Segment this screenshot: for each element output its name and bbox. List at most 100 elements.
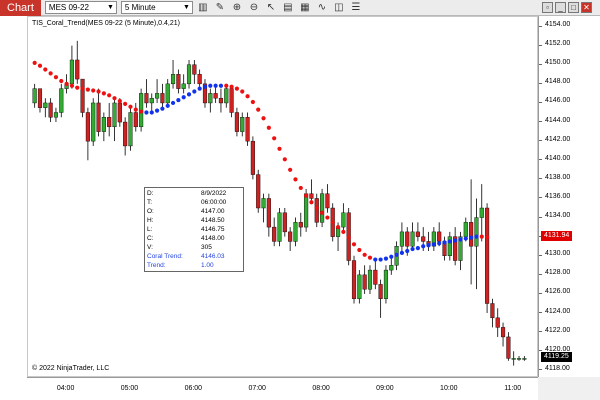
candle-body xyxy=(234,112,239,132)
candle-body xyxy=(437,231,442,242)
data-box-value: 4146.03 xyxy=(201,253,225,260)
candle-body xyxy=(107,117,112,128)
candle-body xyxy=(170,74,176,85)
candle-body xyxy=(282,212,287,233)
candle-body xyxy=(383,269,389,299)
coral-trend-dot xyxy=(69,83,75,88)
candle-body xyxy=(213,93,218,99)
coral-trend-dot xyxy=(91,88,96,93)
time-axis[interactable]: 04:00 05:00 06:00 07:00 08:00 09:00 10:00 11:00 xyxy=(27,377,538,400)
coral-trend-dot xyxy=(362,252,367,257)
x-tick-label: 06:00 xyxy=(184,385,203,392)
coral-trend-dot xyxy=(394,252,399,257)
coral-trend-dot xyxy=(415,246,420,251)
y-tick-label: 4142.00 xyxy=(545,135,571,143)
price-axis[interactable]: 4118.00 4120.00 4122.00 4124.00 4126.00 4128.… xyxy=(538,16,600,377)
bars-type-icon[interactable]: ▥ xyxy=(196,1,210,15)
candle-body xyxy=(240,117,245,132)
interval-select[interactable]: 5 Minute ▼ xyxy=(120,1,193,14)
coral-trend-dot xyxy=(442,240,447,245)
coral-trend-dot xyxy=(128,104,133,109)
y-tick-label: 4124.00 xyxy=(545,307,571,315)
y-tick-mark xyxy=(539,25,542,27)
left-margin xyxy=(0,16,27,400)
data-box-label: L: xyxy=(147,226,153,233)
chevron-down-icon: ▼ xyxy=(106,4,114,11)
data-box-row: C: 4148.00 xyxy=(147,234,241,243)
coral-trend-dot xyxy=(64,81,69,86)
coral-trend-dot xyxy=(378,257,383,262)
candle-body xyxy=(421,236,426,242)
candle-body xyxy=(192,64,197,75)
coral-trend-dot xyxy=(32,60,37,65)
y-tick-label: 4150.00 xyxy=(545,59,571,67)
coral-trend-dot xyxy=(421,244,426,249)
candle-body xyxy=(117,102,122,123)
candle-body xyxy=(511,358,516,360)
y-tick-mark xyxy=(539,216,542,218)
pointer-icon[interactable]: ↖ xyxy=(264,1,278,15)
candle-body xyxy=(304,193,309,228)
zoom-out-icon[interactable]: ⊖ xyxy=(247,1,261,15)
coral-trend-dot xyxy=(234,86,240,91)
y-tick-mark xyxy=(539,312,542,314)
indicators-icon[interactable]: ∿ xyxy=(315,1,329,15)
templates-icon[interactable]: ☰ xyxy=(349,1,363,15)
copyright-text: © 2022 NinjaTrader, LLC xyxy=(32,365,110,372)
close-icon[interactable]: ✕ xyxy=(581,2,592,13)
coral-trend-dot xyxy=(144,110,149,115)
chart-tab[interactable]: Chart xyxy=(0,0,41,16)
coral-trend-dot xyxy=(426,243,431,248)
y-tick-mark xyxy=(539,254,542,256)
draw-tool-icon[interactable]: ✎ xyxy=(213,1,227,15)
coral-trend-dot xyxy=(170,100,176,106)
candle-body xyxy=(469,222,474,247)
coral-trend-dot xyxy=(256,107,261,112)
y-tick-mark xyxy=(539,44,542,46)
candle-body xyxy=(410,231,415,247)
x-tick-label: 05:00 xyxy=(120,385,139,392)
coral-trend-dot xyxy=(373,257,378,262)
coral-trend-dot xyxy=(176,97,181,103)
chevron-down-icon: ▼ xyxy=(182,4,190,11)
coral-trend-dot xyxy=(341,229,346,234)
candle-body xyxy=(224,88,229,104)
candle-body xyxy=(229,88,234,113)
data-box-value: 4146.75 xyxy=(201,226,225,233)
coral-trend-dot xyxy=(186,92,192,97)
data-box-value: 4148.50 xyxy=(201,217,225,224)
candle-body xyxy=(101,117,106,132)
candle-body xyxy=(96,102,101,132)
restore-icon[interactable]: ▫ xyxy=(542,2,553,13)
candle-body xyxy=(485,207,490,304)
candle-body xyxy=(75,59,80,80)
coral-trend-dot xyxy=(405,248,410,254)
properties-icon[interactable]: ▦ xyxy=(298,1,312,15)
instrument-select[interactable]: MES 09-22 ▼ xyxy=(44,1,117,14)
last-price-marker: 4119.25 xyxy=(541,352,572,363)
coral-trend-dot xyxy=(474,234,479,239)
coral-trend-dot xyxy=(149,110,154,115)
data-box-value: 4148.00 xyxy=(201,235,225,242)
y-tick-label: 4148.00 xyxy=(545,78,571,86)
candle-body xyxy=(69,59,74,85)
candle-body xyxy=(149,97,154,104)
coral-trend-dot xyxy=(282,157,287,162)
maximize-icon[interactable]: □ xyxy=(568,2,579,13)
zoom-in-icon[interactable]: ⊕ xyxy=(230,1,244,15)
minimize-icon[interactable]: _ xyxy=(555,2,566,13)
coral-trend-dot xyxy=(298,185,303,191)
data-box-icon[interactable]: ▤ xyxy=(281,1,295,15)
coral-trend-dot xyxy=(458,237,463,242)
candle-body xyxy=(320,193,325,223)
chart-plot-area[interactable]: TIS_Coral_Trend(MES 09-22 (5 Minute),0.4… xyxy=(27,16,538,377)
candle-body xyxy=(357,274,362,299)
candle-body xyxy=(522,358,527,360)
coral-trend-dot xyxy=(224,83,229,88)
candle-body xyxy=(32,88,37,104)
y-tick-label: 4134.00 xyxy=(545,212,571,220)
strategies-icon[interactable]: ◫ xyxy=(332,1,346,15)
candle-body xyxy=(256,174,261,209)
coral-trend-dot xyxy=(165,103,170,108)
coral-trend-dot xyxy=(43,67,48,72)
